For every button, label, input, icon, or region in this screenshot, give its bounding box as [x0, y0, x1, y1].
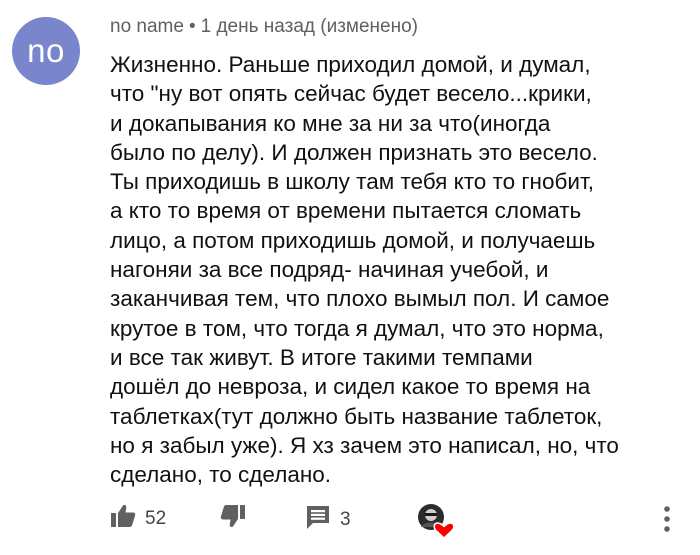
thumbs-down-icon [220, 504, 246, 533]
more-options-button[interactable] [662, 504, 672, 539]
comment-timestamp[interactable]: 1 день назад (изменено) [201, 16, 418, 37]
reply-count: 3 [340, 508, 351, 530]
like-count: 52 [145, 507, 167, 529]
header-separator: • [188, 16, 196, 37]
reply-button[interactable]: 3 [305, 504, 351, 535]
comment-text: Жизненно. Раньше приходил домой, и думал… [110, 52, 619, 488]
more-vertical-icon [662, 506, 672, 538]
avatar-initials: no [27, 32, 65, 69]
comment-actions: 52 3 [0, 496, 700, 544]
creator-heart [416, 502, 456, 542]
comment-header: no name • 1 день назад (изменено) [110, 16, 418, 38]
thumbs-up-icon [110, 504, 136, 533]
like-button[interactable]: 52 [110, 504, 166, 533]
comment-icon [305, 504, 331, 535]
avatar[interactable]: no [12, 17, 80, 85]
author-name[interactable]: no name [110, 16, 184, 37]
dislike-button[interactable] [220, 504, 246, 533]
